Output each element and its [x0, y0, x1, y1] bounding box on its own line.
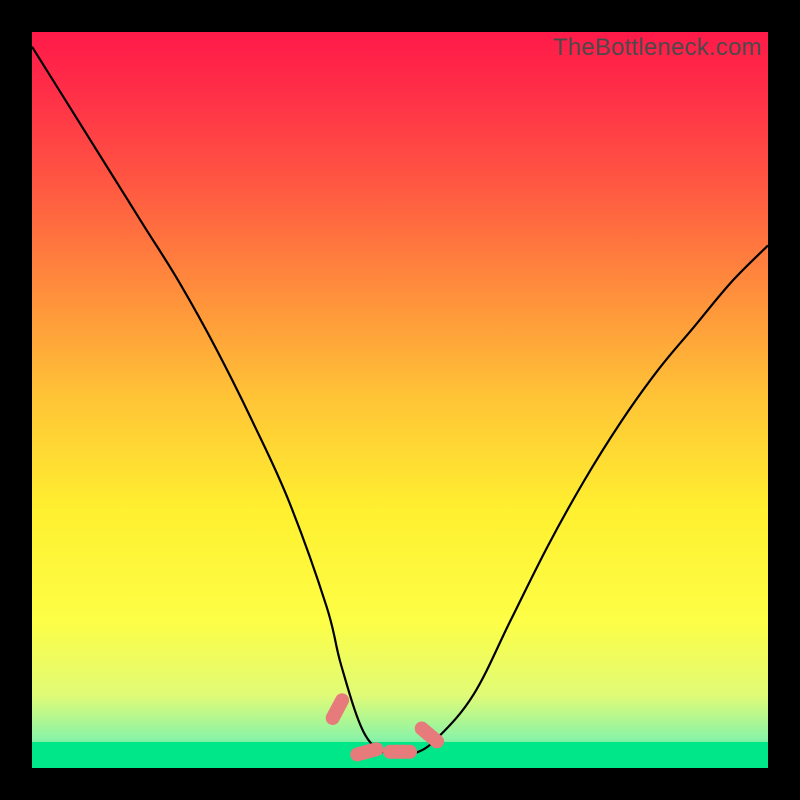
sweet-spot-marker — [349, 741, 385, 763]
sweet-spot-marker — [383, 745, 417, 759]
outer-frame: TheBottleneck.com — [0, 0, 800, 800]
sweet-spot-marker — [323, 691, 351, 728]
sweet-spot-marker — [412, 719, 447, 752]
sweet-spot-markers — [32, 32, 768, 768]
plot-area: TheBottleneck.com — [32, 32, 768, 768]
